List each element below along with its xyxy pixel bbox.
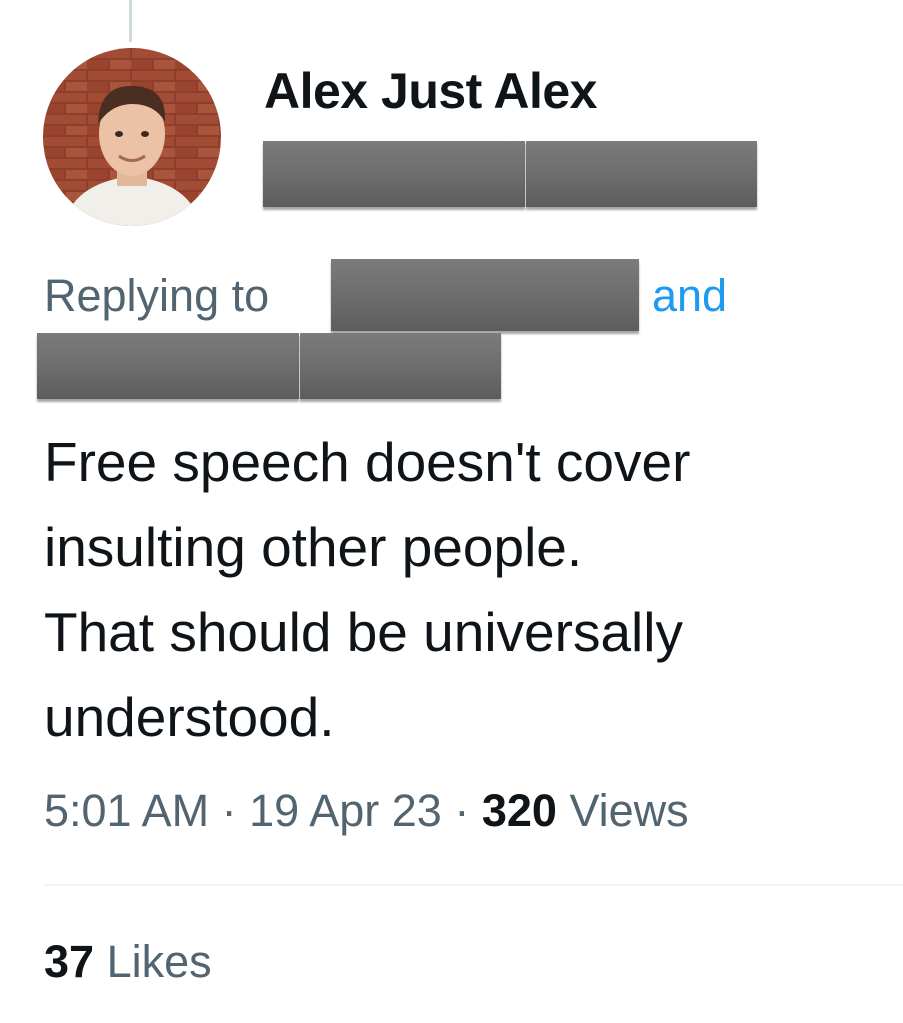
meta-separator: · <box>221 785 237 836</box>
tweet-date[interactable]: 19 Apr 23 <box>249 785 442 836</box>
likes-label: Likes <box>106 936 212 987</box>
likes-stat[interactable]: 37 Likes <box>44 936 212 988</box>
avatar[interactable] <box>43 48 221 226</box>
tweet-time[interactable]: 5:01 AM <box>44 785 209 836</box>
reply-and-link[interactable]: and <box>652 270 727 322</box>
likes-count: 37 <box>44 936 95 987</box>
divider <box>44 884 903 886</box>
tweet-text-line: Free speech doesn't cover <box>44 431 691 493</box>
replying-to-label: Replying to <box>44 270 270 321</box>
tweet-text: Free speech doesn't cover insulting othe… <box>44 420 874 760</box>
redacted-reply-mention <box>37 333 299 399</box>
tweet-text-line: insulting other people. <box>44 516 583 578</box>
redacted-reply-mention <box>300 333 501 399</box>
views-label: Views <box>569 785 689 836</box>
thread-connector-line <box>129 0 132 42</box>
redacted-handle-block <box>526 141 757 207</box>
avatar-photo <box>43 48 221 226</box>
author-display-name[interactable]: Alex Just Alex <box>264 62 597 120</box>
tweet-text-line: That should be universally <box>44 601 683 663</box>
meta-separator: · <box>454 785 470 836</box>
redacted-handle-block <box>263 141 525 207</box>
tweet-meta: 5:01 AM · 19 Apr 23 · 320 Views <box>44 785 689 837</box>
views-count: 320 <box>481 785 557 836</box>
redacted-reply-mention <box>331 259 639 331</box>
tweet-text-line: understood. <box>44 686 335 748</box>
